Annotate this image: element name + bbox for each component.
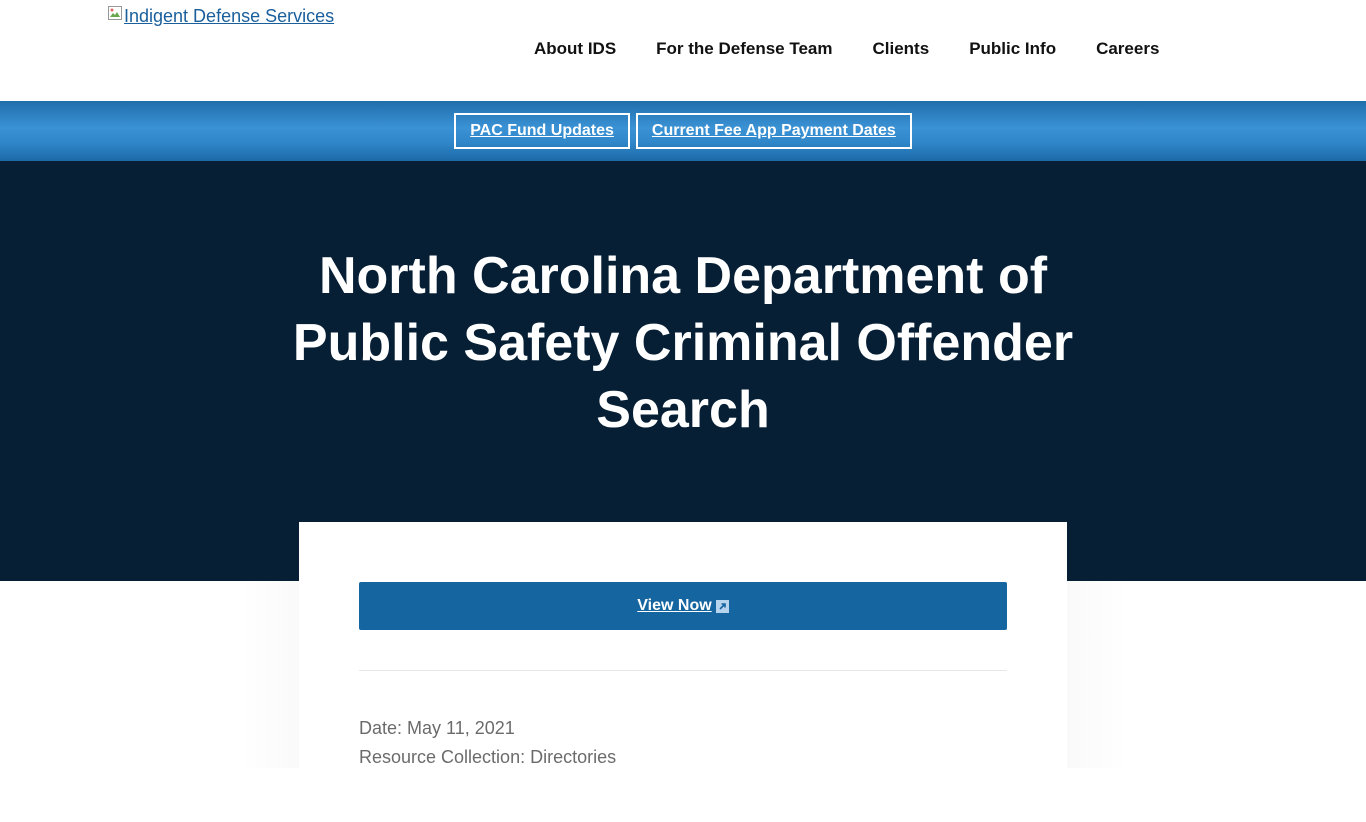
main-nav: About IDS For the Defense Team Clients P… — [534, 38, 1159, 60]
resource-card: View Now Date: May 11, 2021 Resource Col… — [299, 522, 1067, 822]
hero-banner: North Carolina Department of Public Safe… — [0, 161, 1366, 581]
view-now-button[interactable]: View Now — [359, 582, 1007, 630]
nav-defense-team[interactable]: For the Defense Team — [656, 38, 832, 60]
nav-careers[interactable]: Careers — [1096, 38, 1159, 60]
card-divider — [359, 670, 1007, 671]
page-title: North Carolina Department of Public Safe… — [292, 247, 1074, 439]
external-link-icon — [715, 599, 729, 613]
view-now-label: View Now — [637, 597, 712, 614]
nav-clients[interactable]: Clients — [873, 38, 930, 60]
resource-meta: Date: May 11, 2021 Resource Collection: … — [359, 714, 616, 772]
pac-fund-updates-button[interactable]: PAC Fund Updates — [454, 113, 630, 149]
nav-about-ids[interactable]: About IDS — [534, 38, 616, 60]
fee-app-payment-dates-button[interactable]: Current Fee App Payment Dates — [635, 113, 912, 149]
nav-public-info[interactable]: Public Info — [969, 38, 1056, 60]
resource-date: Date: May 11, 2021 — [359, 718, 515, 738]
site-header: Indigent Defense Services About IDS For … — [0, 0, 1366, 101]
alert-bar: PAC Fund Updates Current Fee App Payment… — [0, 101, 1366, 161]
broken-image-icon — [107, 5, 123, 21]
site-logo-link[interactable]: Indigent Defense Services — [107, 5, 335, 27]
logo-alt-text: Indigent Defense Services — [124, 6, 335, 26]
